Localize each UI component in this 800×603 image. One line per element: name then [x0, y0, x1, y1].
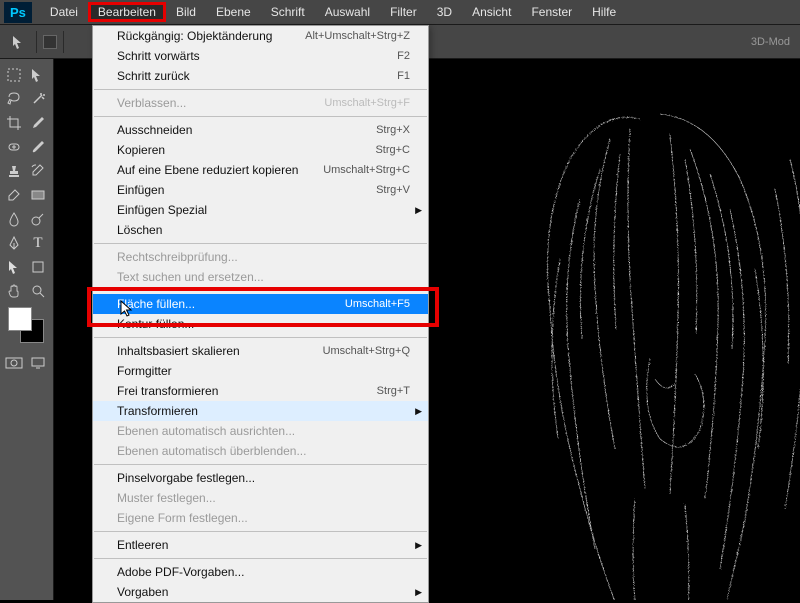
- menu-find-replace: Text suchen und ersetzen...: [93, 267, 428, 287]
- blur-tool-icon[interactable]: [2, 207, 26, 231]
- menu-undo[interactable]: Rückgängig: ObjektänderungAlt+Umschalt+S…: [93, 26, 428, 46]
- chevron-right-icon: ▶: [415, 406, 422, 417]
- menu-spellcheck: Rechtschreibprüfung...: [93, 247, 428, 267]
- separator: [94, 464, 427, 465]
- menu-auto-align: Ebenen automatisch ausrichten...: [93, 421, 428, 441]
- menu-window[interactable]: Fenster: [521, 2, 582, 22]
- hand-tool-icon[interactable]: [2, 279, 26, 303]
- menu-paste[interactable]: EinfügenStrg+V: [93, 180, 428, 200]
- separator: [63, 31, 64, 53]
- menu-pdf-presets[interactable]: Adobe PDF-Vorgaben...: [93, 562, 428, 582]
- mode-label: 3D-Mod: [751, 36, 790, 48]
- menu-auto-blend: Ebenen automatisch überblenden...: [93, 441, 428, 461]
- zoom-tool-icon[interactable]: [26, 279, 50, 303]
- stamp-tool-icon[interactable]: [2, 159, 26, 183]
- menu-edit[interactable]: Bearbeiten: [88, 2, 166, 22]
- app-badge: Ps: [4, 2, 32, 23]
- type-tool-icon[interactable]: T: [26, 231, 50, 255]
- chevron-right-icon: ▶: [415, 205, 422, 216]
- menu-filter[interactable]: Filter: [380, 2, 427, 22]
- document-image: [460, 59, 800, 600]
- menu-paste-special[interactable]: Einfügen Spezial▶: [93, 200, 428, 220]
- lasso-tool-icon[interactable]: [2, 87, 26, 111]
- menu-layer[interactable]: Ebene: [206, 2, 261, 22]
- chevron-right-icon: ▶: [415, 587, 422, 598]
- separator: [94, 89, 427, 90]
- menu-stroke[interactable]: Kontur füllen...: [93, 314, 428, 334]
- menu-define-shape: Eigene Form festlegen...: [93, 508, 428, 528]
- chevron-right-icon: ▶: [415, 540, 422, 551]
- move-tool-icon[interactable]: [8, 32, 30, 52]
- menu-step-backward[interactable]: Schritt zurückF1: [93, 66, 428, 86]
- menu-cut[interactable]: AusschneidenStrg+X: [93, 120, 428, 140]
- menu-fade: Verblassen...Umschalt+Strg+F: [93, 93, 428, 113]
- menu-content-aware-scale[interactable]: Inhaltsbasiert skalierenUmschalt+Strg+Q: [93, 341, 428, 361]
- foreground-color-swatch[interactable]: [8, 307, 32, 331]
- menu-define-brush[interactable]: Pinselvorgabe festlegen...: [93, 468, 428, 488]
- edit-menu-dropdown: Rückgängig: ObjektänderungAlt+Umschalt+S…: [92, 25, 429, 603]
- menu-bar: Ps Datei Bearbeiten Bild Ebene Schrift A…: [0, 0, 800, 25]
- menu-presets[interactable]: Vorgaben▶: [93, 582, 428, 602]
- separator: [94, 243, 427, 244]
- marquee-tool-icon[interactable]: [2, 63, 26, 87]
- auto-select-checkbox[interactable]: [43, 35, 57, 49]
- gradient-tool-icon[interactable]: [26, 183, 50, 207]
- separator: [94, 290, 427, 291]
- menu-free-transform[interactable]: Frei transformierenStrg+T: [93, 381, 428, 401]
- quickmask-icon[interactable]: [2, 351, 26, 375]
- crop-tool-icon[interactable]: [2, 111, 26, 135]
- menu-type[interactable]: Schrift: [261, 2, 315, 22]
- tools-panel: T: [0, 59, 54, 600]
- menu-view[interactable]: Ansicht: [462, 2, 521, 22]
- screenmode-icon[interactable]: [26, 351, 50, 375]
- menu-purge[interactable]: Entleeren▶: [93, 535, 428, 555]
- separator: [94, 558, 427, 559]
- menu-file[interactable]: Datei: [40, 2, 88, 22]
- path-select-tool-icon[interactable]: [2, 255, 26, 279]
- move-tool-icon[interactable]: [26, 63, 50, 87]
- menu-clear[interactable]: Löschen: [93, 220, 428, 240]
- menu-help[interactable]: Hilfe: [582, 2, 626, 22]
- wand-tool-icon[interactable]: [26, 87, 50, 111]
- healing-tool-icon[interactable]: [2, 135, 26, 159]
- menu-copy[interactable]: KopierenStrg+C: [93, 140, 428, 160]
- menu-puppet-warp[interactable]: Formgitter: [93, 361, 428, 381]
- menu-select[interactable]: Auswahl: [315, 2, 380, 22]
- separator: [94, 337, 427, 338]
- menu-transform[interactable]: Transformieren▶: [93, 401, 428, 421]
- history-brush-tool-icon[interactable]: [26, 159, 50, 183]
- shape-tool-icon[interactable]: [26, 255, 50, 279]
- color-swatches[interactable]: [8, 307, 45, 347]
- separator: [36, 31, 37, 53]
- menu-3d[interactable]: 3D: [427, 2, 462, 22]
- pen-tool-icon[interactable]: [2, 231, 26, 255]
- menu-image[interactable]: Bild: [166, 2, 206, 22]
- separator: [94, 116, 427, 117]
- menu-define-pattern: Muster festlegen...: [93, 488, 428, 508]
- menu-step-forward[interactable]: Schritt vorwärtsF2: [93, 46, 428, 66]
- brush-tool-icon[interactable]: [26, 135, 50, 159]
- menu-copy-merged[interactable]: Auf eine Ebene reduziert kopierenUmschal…: [93, 160, 428, 180]
- eyedropper-tool-icon[interactable]: [26, 111, 50, 135]
- separator: [94, 531, 427, 532]
- dodge-tool-icon[interactable]: [26, 207, 50, 231]
- menu-fill[interactable]: Fläche füllen...Umschalt+F5: [93, 294, 428, 314]
- eraser-tool-icon[interactable]: [2, 183, 26, 207]
